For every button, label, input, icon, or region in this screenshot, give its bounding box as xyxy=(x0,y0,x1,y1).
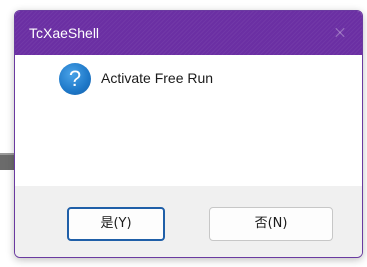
dialog-message: Activate Free Run xyxy=(101,70,214,86)
screen: TcXaeShell ? Activate Free Run 是(Y) 否(N) xyxy=(0,0,367,267)
yes-button[interactable]: 是(Y) xyxy=(67,207,165,241)
message-box-dialog: TcXaeShell ? Activate Free Run 是(Y) 否(N) xyxy=(14,10,363,258)
dialog-titlebar[interactable]: TcXaeShell xyxy=(15,11,362,55)
background-window-edge xyxy=(0,153,14,170)
dialog-button-bar: 是(Y) 否(N) xyxy=(15,186,362,257)
question-mark-glyph: ? xyxy=(68,66,82,91)
no-button[interactable]: 否(N) xyxy=(209,207,333,241)
dialog-title: TcXaeShell xyxy=(29,25,100,41)
question-icon: ? xyxy=(59,63,91,95)
close-icon[interactable] xyxy=(316,11,362,55)
